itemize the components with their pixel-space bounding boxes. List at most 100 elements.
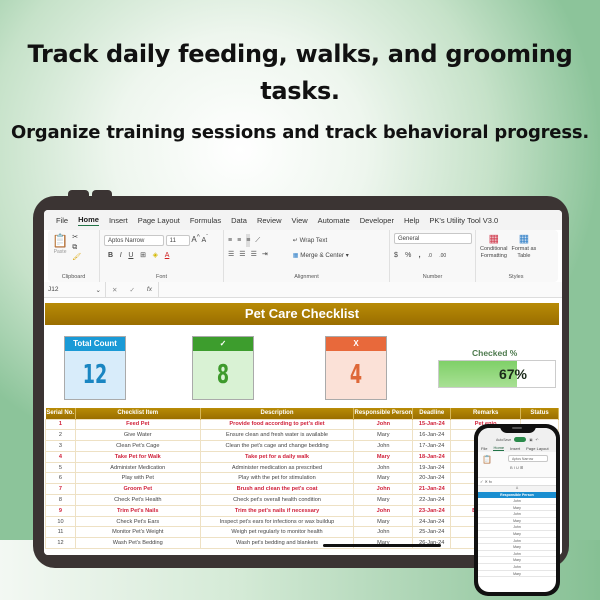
cell-desc[interactable]: Ensure clean and fresh water is availabl…	[199, 429, 355, 442]
italic-button[interactable]: I	[120, 252, 122, 259]
phone-list-item[interactable]: Mary	[478, 571, 556, 578]
menu-tab-home[interactable]: Home	[78, 215, 99, 226]
cancel-icon[interactable]: ✕	[112, 286, 117, 294]
cell-person[interactable]: Mary	[353, 494, 414, 506]
name-box[interactable]: J12 ⌄	[48, 282, 106, 297]
cell-item[interactable]: Trim Pet's Nails	[74, 504, 201, 517]
phone-list-item[interactable]: John	[478, 564, 556, 571]
cell-n[interactable]: 6	[45, 472, 76, 485]
cell-deadline[interactable]: 16-Jan-24	[412, 429, 452, 442]
menu-tab-help[interactable]: Help	[404, 216, 419, 225]
cell-deadline[interactable]: 24-Jan-24	[412, 515, 452, 528]
cell-n[interactable]: 11	[45, 526, 76, 539]
cell-desc[interactable]: Take pet for a daily walk	[199, 450, 355, 463]
cell-item[interactable]: Administer Medication	[74, 461, 201, 474]
indent-icon[interactable]: ⇥	[262, 248, 268, 261]
cell-item[interactable]: Take Pet for Walk	[74, 450, 201, 463]
cell-person[interactable]: Mary	[353, 429, 414, 442]
align-center-icon[interactable]: ☰	[239, 248, 245, 261]
cell-deadline[interactable]: 15-Jan-24	[412, 418, 452, 431]
column-header[interactable]: Responsible Person	[353, 408, 414, 419]
column-header[interactable]: Status	[520, 408, 559, 419]
format-as-table-button[interactable]: ▦ Format as Table	[512, 233, 537, 260]
paste-button[interactable]: 📋 Paste	[52, 233, 68, 263]
fill-color-icon[interactable]: ◈	[153, 251, 158, 259]
cell-desc[interactable]: Clean the pet's cage and change bedding	[199, 440, 355, 452]
align-middle-icon[interactable]: ≡	[237, 234, 241, 247]
cell-n[interactable]: 8	[45, 494, 76, 506]
phone-list-item[interactable]: Mary	[478, 531, 556, 538]
cell-item[interactable]: Groom Pet	[74, 483, 201, 496]
column-header[interactable]: Deadline	[412, 408, 452, 419]
phone-list-item[interactable]: John	[478, 511, 556, 518]
cell-n[interactable]: 5	[45, 461, 76, 474]
phone-list-item[interactable]: John	[478, 551, 556, 558]
align-top-icon[interactable]: ≡	[228, 234, 232, 247]
font-size-select[interactable]: 11	[165, 234, 190, 246]
undo-icon[interactable]: ↶	[536, 438, 539, 442]
comma-button[interactable]: ,	[419, 252, 421, 259]
phone-list-item[interactable]: Mary	[478, 544, 556, 551]
cell-person[interactable]: John	[353, 440, 414, 452]
cell-person[interactable]: Mary	[353, 515, 414, 528]
phone-menu-file[interactable]: File	[481, 446, 487, 451]
autosave-toggle[interactable]	[514, 437, 527, 442]
cell-desc[interactable]: Brush and clean the pet's coat	[199, 483, 355, 496]
column-header[interactable]: Description	[200, 408, 355, 419]
phone-font-select[interactable]: Aptos Narrow	[508, 455, 548, 462]
cell-n[interactable]: 7	[45, 483, 76, 496]
cell-person[interactable]: John	[353, 461, 414, 474]
decrease-font-icon[interactable]: Aˇ	[201, 234, 208, 243]
cell-person[interactable]: John	[353, 483, 414, 496]
cell-deadline[interactable]: 18-Jan-24	[412, 450, 452, 463]
cell-desc[interactable]: Weigh pet regularly to monitor health	[199, 526, 355, 539]
cell-n[interactable]: 12	[45, 537, 76, 550]
menu-tab-formulas[interactable]: Formulas	[190, 216, 221, 225]
copy-icon[interactable]: ⧉	[72, 243, 81, 253]
phone-list-item[interactable]: John	[478, 538, 556, 545]
cell-desc[interactable]: Trim the pet's nails if necessary	[199, 504, 355, 517]
phone-list-item[interactable]: Mary	[478, 505, 556, 512]
cell-item[interactable]: Give Water	[74, 429, 201, 442]
menu-tab-review[interactable]: Review	[257, 216, 282, 225]
phone-list-item[interactable]: Mary	[478, 557, 556, 564]
cell-n[interactable]: 4	[45, 450, 76, 463]
cell-n[interactable]: 9	[45, 504, 76, 517]
phone-menu-insert[interactable]: Insert	[510, 446, 520, 451]
cell-person[interactable]: Mary	[353, 450, 414, 463]
phone-paste-icon[interactable]: 📋	[482, 455, 492, 464]
cell-deadline[interactable]: 21-Jan-24	[412, 483, 452, 496]
increase-font-icon[interactable]: A^	[191, 233, 199, 244]
cell-deadline[interactable]: 19-Jan-24	[412, 461, 452, 474]
cell-n[interactable]: 1	[45, 418, 76, 431]
menu-tab-automate[interactable]: Automate	[318, 216, 350, 225]
formula-input[interactable]	[157, 282, 562, 297]
number-format-select[interactable]: General	[394, 233, 472, 244]
menu-tab-pk-s-utility-tool-v3-0[interactable]: PK's Utility Tool V3.0	[429, 216, 498, 225]
menu-tab-developer[interactable]: Developer	[360, 216, 394, 225]
menu-tab-file[interactable]: File	[56, 216, 68, 225]
cell-n[interactable]: 3	[45, 440, 76, 452]
phone-list-item[interactable]: John	[478, 524, 556, 531]
cell-desc[interactable]: Check pet's overall health condition	[199, 494, 355, 506]
column-header[interactable]: Serial No.	[45, 408, 76, 419]
cell-deadline[interactable]: 22-Jan-24	[412, 494, 452, 506]
menu-tab-view[interactable]: View	[292, 216, 308, 225]
cell-deadline[interactable]: 20-Jan-24	[412, 472, 452, 485]
bold-button[interactable]: B	[108, 252, 113, 259]
orientation-icon[interactable]: ⟋	[255, 234, 260, 247]
fx-icon[interactable]: fx	[147, 286, 152, 293]
cell-desc[interactable]: Provide food according to pet's diet	[199, 418, 355, 431]
phone-menu-page-layout[interactable]: Page Layout	[526, 446, 548, 451]
cell-desc[interactable]: Administer medication as prescribed	[199, 461, 355, 474]
cell-n[interactable]: 10	[45, 515, 76, 528]
cell-item[interactable]: Play with Pet	[74, 472, 201, 485]
cell-desc[interactable]: Play with the pet for stimulation	[199, 472, 355, 485]
menu-tab-page-layout[interactable]: Page Layout	[138, 216, 180, 225]
conditional-formatting-button[interactable]: ▦ Conditional Formatting	[480, 233, 508, 260]
font-name-select[interactable]: Aptos Narrow	[104, 234, 164, 246]
cell-person[interactable]: John	[353, 418, 414, 431]
phone-list-item[interactable]: Mary	[478, 518, 556, 525]
column-header[interactable]: Remarks	[450, 408, 522, 419]
cell-item[interactable]: Clean Pet's Cage	[74, 440, 201, 452]
